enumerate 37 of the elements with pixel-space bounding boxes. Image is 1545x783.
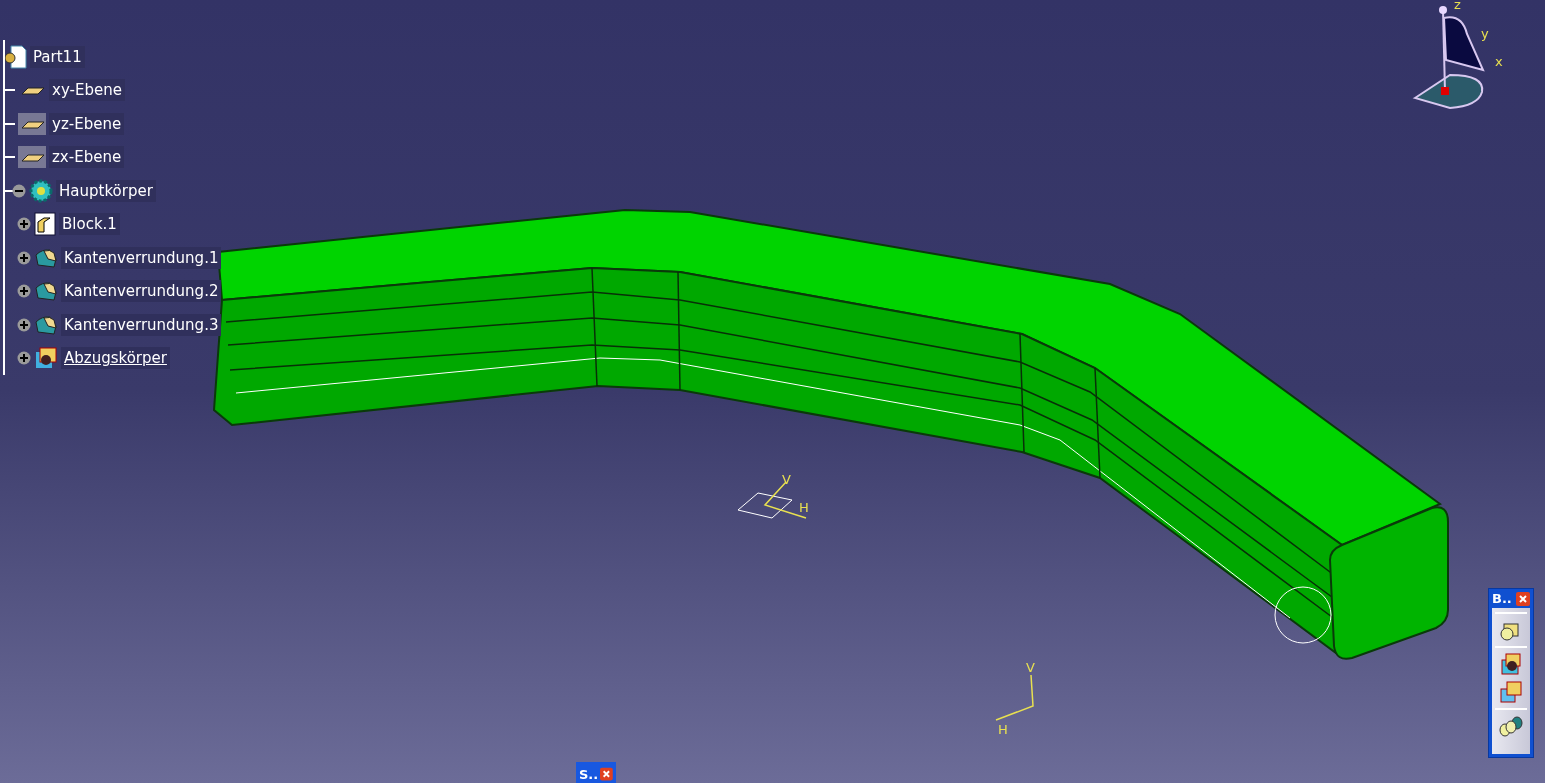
axis-label: x [1495, 54, 1503, 69]
expand-toggle[interactable] [17, 217, 31, 232]
tree-item[interactable]: xy-Ebene [49, 79, 125, 102]
close-icon[interactable] [600, 767, 613, 781]
body-icon [34, 346, 58, 371]
fillet-icon [34, 246, 58, 269]
toolbar-title: B.. [1492, 591, 1512, 606]
axis-label: z [1454, 0, 1461, 12]
axis-label: H [799, 500, 809, 515]
tree-item[interactable]: Kantenverrundung.1 [61, 246, 222, 269]
tree-item[interactable]: Part11 [30, 45, 85, 68]
axis-label: H [998, 722, 1008, 737]
expand-toggle[interactable] [17, 351, 31, 366]
tree-item[interactable]: Kantenverrundung.3 [61, 313, 222, 336]
tree-item[interactable]: Kantenverrundung.2 [61, 280, 222, 303]
close-icon[interactable] [1516, 591, 1530, 606]
expand-toggle[interactable] [17, 317, 31, 332]
spheres-icon[interactable] [1498, 714, 1524, 738]
tree-item[interactable]: Block.1 [59, 213, 120, 236]
axis-label: y [1481, 26, 1489, 41]
axis-label: V [782, 472, 791, 487]
tree-item[interactable]: Hauptkörper [56, 179, 156, 202]
tree-item[interactable]: Abzugskörper [61, 347, 170, 370]
solid-icon[interactable] [1498, 652, 1524, 676]
axis-drawing [995, 674, 1034, 721]
toolbar-title: S.. [579, 766, 599, 782]
tree-item[interactable]: yz-Ebene [49, 112, 125, 135]
fillet-icon [34, 280, 58, 303]
expand-toggle[interactable] [12, 183, 26, 198]
expand-toggle[interactable] [17, 284, 31, 299]
axis-label: V [1026, 660, 1035, 675]
minimized-toolbar[interactable]: S.. [576, 762, 616, 783]
gear-icon [29, 178, 53, 203]
tree-item[interactable]: zx-Ebene [49, 146, 125, 169]
block-icon [34, 212, 56, 237]
fillet-icon [34, 313, 58, 336]
expand-toggle[interactable] [17, 250, 31, 265]
